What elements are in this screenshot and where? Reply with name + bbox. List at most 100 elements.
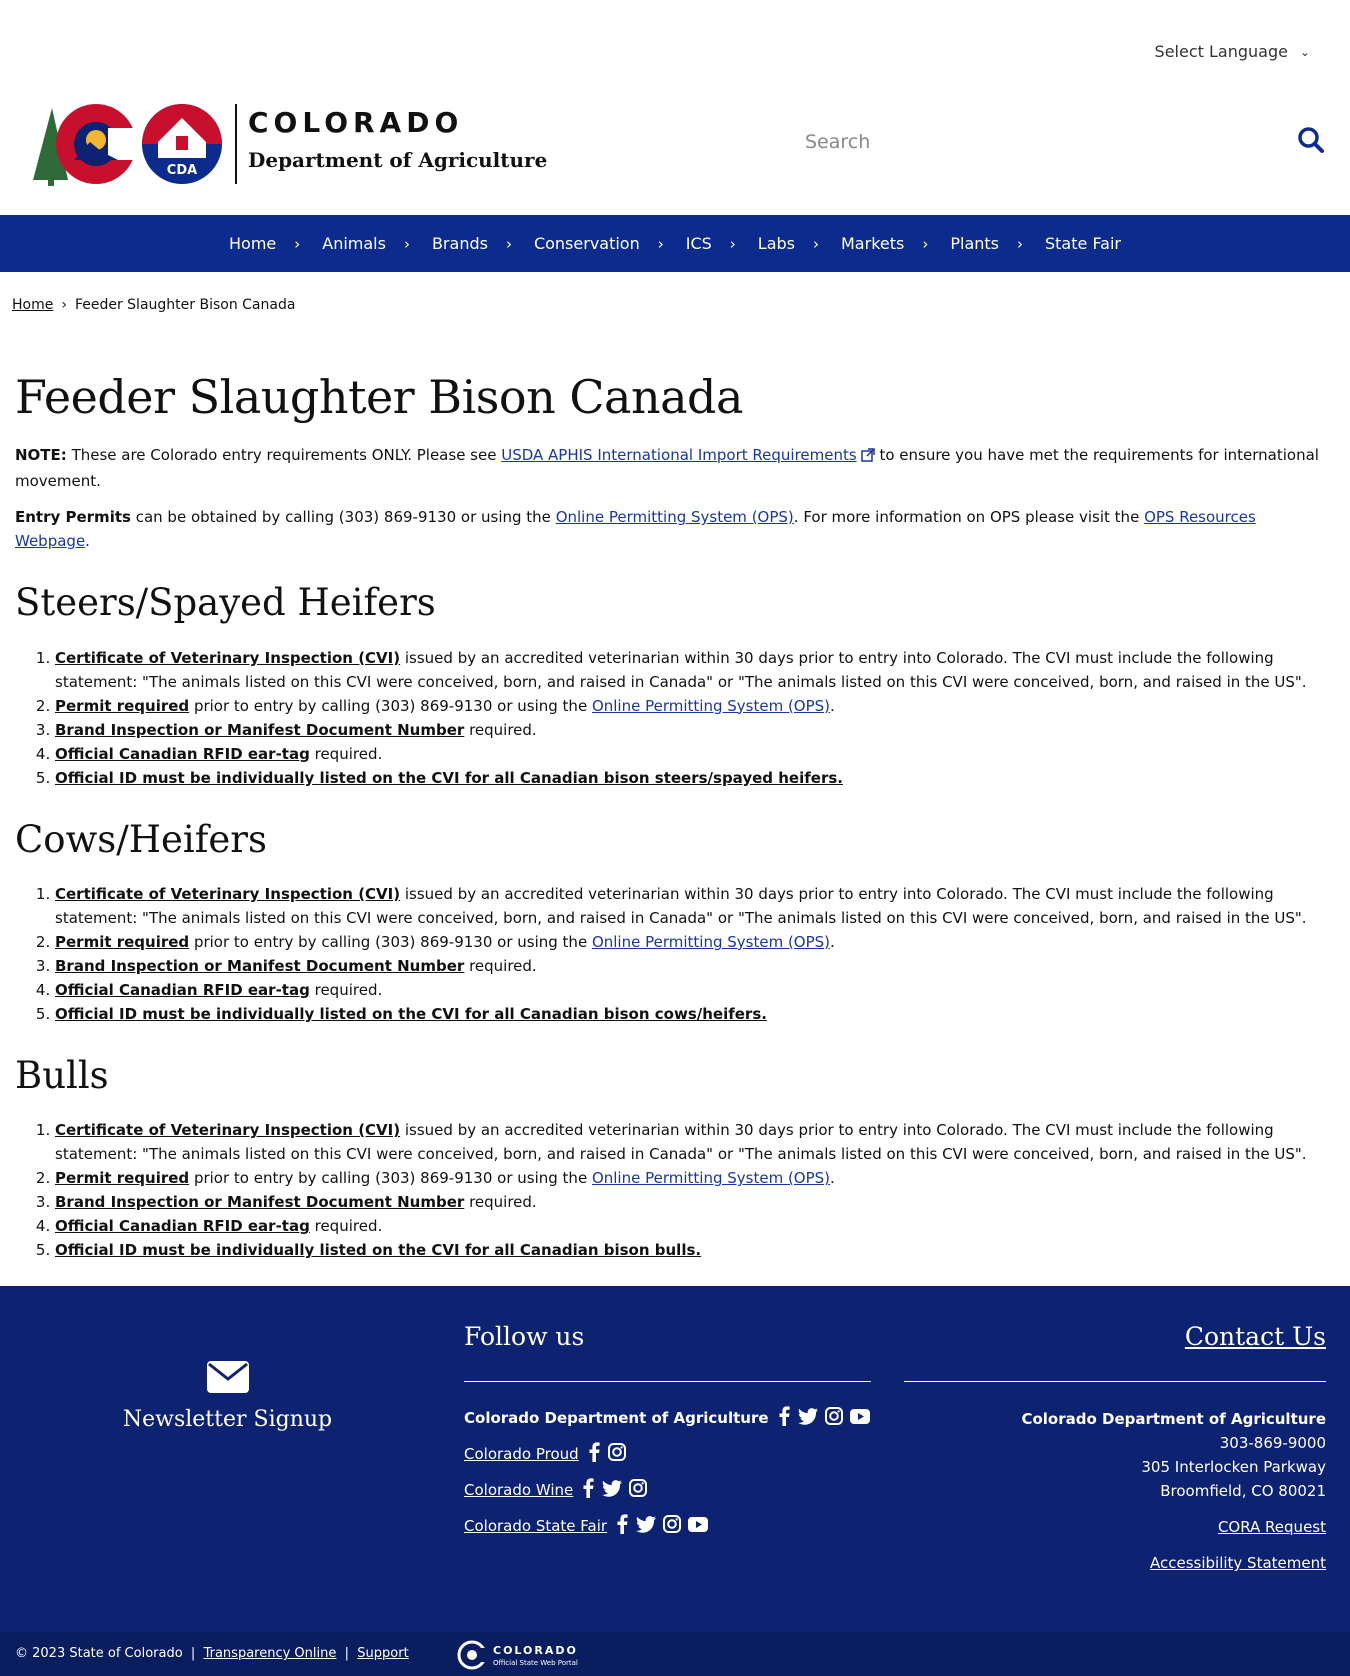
cora-request-link[interactable]: CORA Request (1218, 1518, 1326, 1536)
contact-us-link[interactable]: Contact Us (1185, 1322, 1326, 1351)
official-id-link[interactable]: Official ID must be individually listed … (55, 769, 843, 787)
brand-inspection-link[interactable]: Brand Inspection or Manifest Document Nu… (55, 957, 464, 975)
social-row-colorado-wine: Colorado Wine (464, 1478, 871, 1502)
external-link-icon (860, 445, 875, 469)
list-item: Certificate of Veterinary Inspection (CV… (55, 1118, 1335, 1166)
breadcrumb-current: Feeder Slaughter Bison Canada (74, 297, 296, 313)
facebook-icon[interactable] (581, 1478, 595, 1502)
facebook-icon[interactable] (615, 1514, 629, 1538)
usda-aphis-link[interactable]: USDA APHIS International Import Requirem… (501, 446, 856, 464)
search-input[interactable] (805, 131, 1205, 153)
social-row-colorado-proud: Colorado Proud (464, 1442, 871, 1466)
ops-link[interactable]: Online Permitting System (OPS) (592, 697, 830, 715)
list-item: Official Canadian RFID ear-tag required. (55, 1214, 1335, 1238)
facebook-icon[interactable] (587, 1442, 601, 1466)
language-selector[interactable]: Select Language ⌄ (1155, 42, 1310, 61)
chevron-right-icon: › (294, 234, 301, 253)
social-label-colorado-proud[interactable]: Colorado Proud (464, 1445, 579, 1463)
site-logo[interactable]: CDA COLORADO Department of Agriculture (30, 100, 550, 188)
list-item: Certificate of Veterinary Inspection (CV… (55, 646, 1335, 694)
requirements-list-steers: Certificate of Veterinary Inspection (CV… (55, 646, 1335, 790)
list-item: Brand Inspection or Manifest Document Nu… (55, 954, 1335, 978)
ops-link[interactable]: Online Permitting System (OPS) (592, 933, 830, 951)
breadcrumb-home[interactable]: Home (12, 297, 53, 313)
chevron-right-icon: › (922, 234, 929, 253)
twitter-icon[interactable] (797, 1407, 818, 1429)
permit-required-link[interactable]: Permit required (55, 933, 189, 951)
main-content: Feeder Slaughter Bison Canada NOTE: Thes… (15, 370, 1335, 1262)
list-item: Permit required prior to entry by callin… (55, 694, 1335, 718)
requirements-list-cows: Certificate of Veterinary Inspection (CV… (55, 882, 1335, 1026)
breadcrumb: Home › Feeder Slaughter Bison Canada (12, 297, 295, 313)
note-paragraph: NOTE: These are Colorado entry requireme… (15, 445, 1319, 491)
contact-phone: 303-869-9000 (1219, 1434, 1326, 1452)
instagram-icon[interactable] (824, 1407, 843, 1429)
nav-item-plants[interactable]: Plants › (950, 234, 1045, 253)
nav-item-markets[interactable]: Markets › (841, 234, 950, 253)
chevron-right-icon: › (1017, 234, 1023, 253)
logo-text-colorado: COLORADO (248, 106, 463, 139)
official-id-link[interactable]: Official ID must be individually listed … (55, 1241, 701, 1259)
state-portal-logo[interactable]: COLORADO Official State Web Portal (455, 1640, 595, 1674)
instagram-icon[interactable] (629, 1479, 648, 1501)
cvi-link[interactable]: Certificate of Veterinary Inspection (CV… (55, 885, 400, 903)
contact-us: Contact Us Colorado Department of Agricu… (904, 1322, 1326, 1575)
logo-text-department: Department of Agriculture (248, 148, 547, 172)
instagram-icon[interactable] (607, 1443, 626, 1465)
portal-text-official: Official State Web Portal (493, 1659, 578, 1667)
page-title: Feeder Slaughter Bison Canada (15, 370, 743, 424)
rfid-ear-tag-link[interactable]: Official Canadian RFID ear-tag (55, 981, 310, 999)
section-heading-cows: Cows/Heifers (15, 817, 267, 861)
rfid-ear-tag-link[interactable]: Official Canadian RFID ear-tag (55, 1217, 310, 1235)
brand-inspection-link[interactable]: Brand Inspection or Manifest Document Nu… (55, 721, 464, 739)
chevron-right-icon: › (729, 234, 736, 253)
logo-badge: CDA (167, 163, 197, 178)
chevron-right-icon: › (403, 234, 410, 253)
permits-label: Entry Permits (15, 508, 131, 527)
social-label-state-fair[interactable]: Colorado State Fair (464, 1517, 607, 1535)
list-item: Official Canadian RFID ear-tag required. (55, 978, 1335, 1002)
newsletter-label: Newsletter Signup (122, 1407, 333, 1432)
section-heading-bulls: Bulls (15, 1053, 109, 1097)
instagram-icon[interactable] (663, 1515, 682, 1537)
social-row-cda: Colorado Department of Agriculture (464, 1406, 871, 1430)
youtube-icon[interactable] (688, 1516, 709, 1536)
nav-item-state-fair[interactable]: State Fair (1045, 234, 1121, 253)
social-row-state-fair: Colorado State Fair (464, 1514, 871, 1538)
twitter-icon[interactable] (602, 1479, 623, 1501)
nav-item-animals[interactable]: Animals › (322, 234, 432, 253)
nav-item-brands[interactable]: Brands › (432, 234, 534, 253)
permit-required-link[interactable]: Permit required (55, 697, 189, 715)
chevron-right-icon: › (813, 234, 819, 253)
social-label-colorado-wine[interactable]: Colorado Wine (464, 1481, 573, 1499)
permit-required-link[interactable]: Permit required (55, 1169, 189, 1187)
official-id-link[interactable]: Official ID must be individually listed … (55, 1005, 767, 1023)
ops-link[interactable]: Online Permitting System (OPS) (556, 508, 794, 526)
list-item: Official ID must be individually listed … (55, 1238, 1335, 1262)
cvi-link[interactable]: Certificate of Veterinary Inspection (CV… (55, 1121, 400, 1139)
chevron-down-icon: ⌄ (1299, 44, 1310, 59)
twitter-icon[interactable] (636, 1515, 657, 1537)
nav-item-ics[interactable]: ICS › (686, 234, 758, 253)
ops-link[interactable]: Online Permitting System (OPS) (592, 1169, 830, 1187)
transparency-link[interactable]: Transparency Online (204, 1646, 337, 1661)
social-label-cda[interactable]: Colorado Department of Agriculture (464, 1409, 769, 1427)
accessibility-statement-link[interactable]: Accessibility Statement (1150, 1554, 1326, 1572)
rfid-ear-tag-link[interactable]: Official Canadian RFID ear-tag (55, 745, 310, 763)
nav-item-home[interactable]: Home › (229, 234, 322, 253)
list-item: Certificate of Veterinary Inspection (CV… (55, 882, 1335, 930)
cvi-link[interactable]: Certificate of Veterinary Inspection (CV… (55, 649, 400, 667)
copyright-bar: © 2023 State of Colorado | Transparency … (15, 1646, 409, 1661)
chevron-right-icon: › (61, 297, 67, 313)
search-icon[interactable] (1297, 126, 1325, 158)
permits-paragraph: Entry Permits can be obtained by calling… (15, 508, 1256, 551)
support-link[interactable]: Support (357, 1646, 408, 1661)
brand-inspection-link[interactable]: Brand Inspection or Manifest Document Nu… (55, 1193, 464, 1211)
contact-title: Contact Us (904, 1322, 1326, 1382)
newsletter-signup[interactable]: Newsletter Signup (0, 1361, 455, 1432)
nav-item-conservation[interactable]: Conservation › (534, 234, 686, 253)
youtube-icon[interactable] (849, 1408, 870, 1428)
facebook-icon[interactable] (777, 1406, 791, 1430)
sub-footer: © 2023 State of Colorado | Transparency … (0, 1632, 1350, 1676)
nav-item-labs[interactable]: Labs › (758, 234, 841, 253)
